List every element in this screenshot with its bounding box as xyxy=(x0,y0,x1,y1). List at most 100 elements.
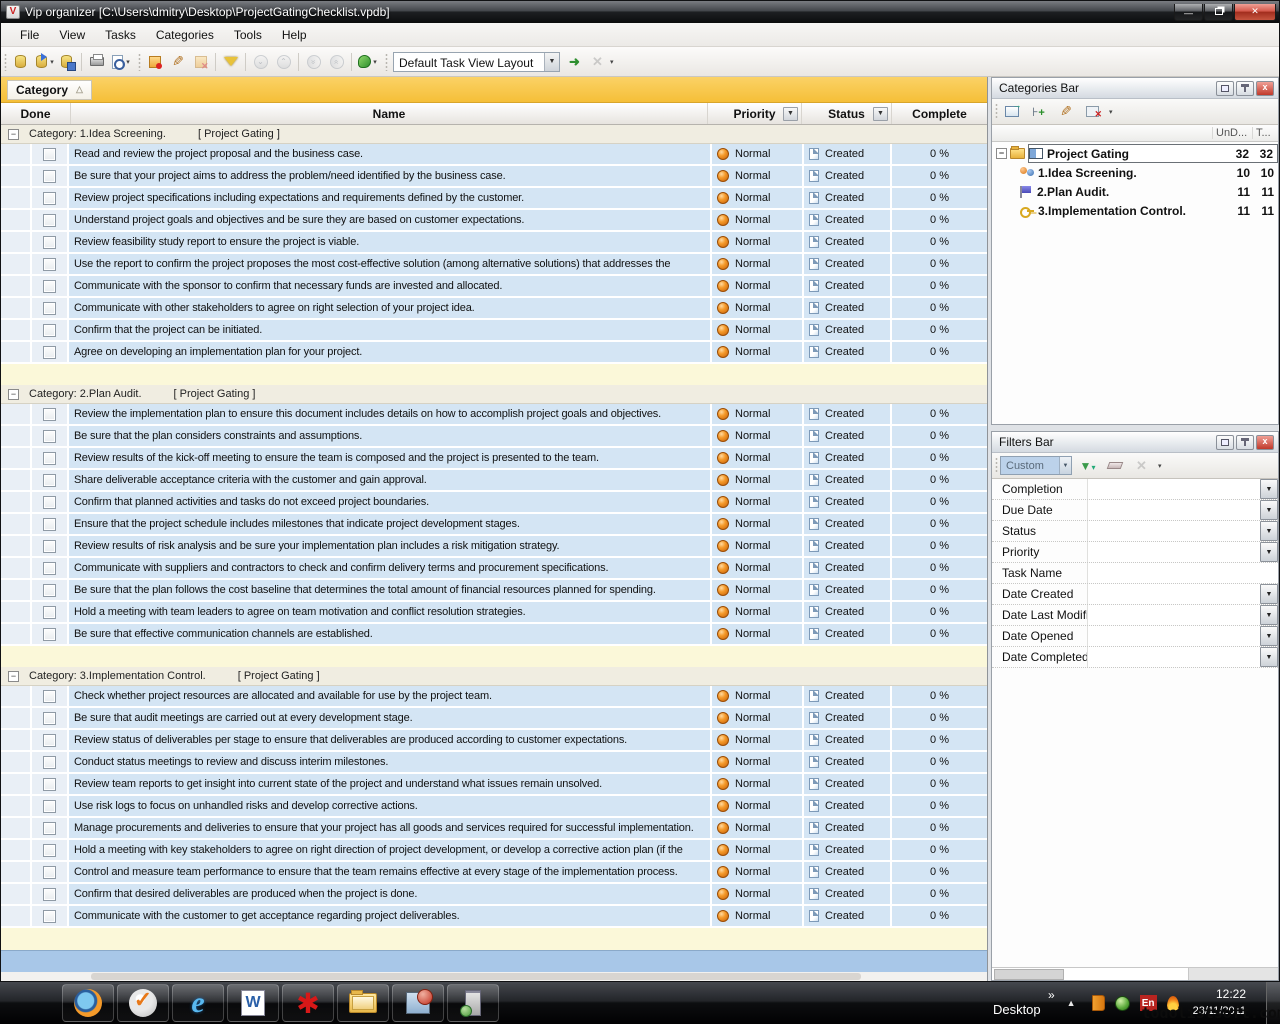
task-row[interactable]: Hold a meeting with team leaders to agre… xyxy=(1,602,987,624)
task-name[interactable]: Agree on developing an implementation pl… xyxy=(69,342,712,362)
done-checkbox[interactable] xyxy=(43,474,56,487)
task-name[interactable]: Communicate with suppliers and contracto… xyxy=(69,558,712,578)
priority-cell[interactable]: Normal xyxy=(712,448,804,468)
filter-dropdown-button[interactable]: ▼ xyxy=(1260,605,1278,625)
priority-cell[interactable]: Normal xyxy=(712,818,804,838)
move-up-button[interactable]: ⌃ xyxy=(272,51,295,73)
group-header-3[interactable]: −Category: 3.Implementation Control.[ Pr… xyxy=(1,667,987,686)
edit-task-button[interactable]: ✎ xyxy=(166,51,189,73)
task-row[interactable]: Communicate with the customer to get acc… xyxy=(1,906,987,928)
status-cell[interactable]: Created xyxy=(804,624,892,644)
filter-value-field[interactable] xyxy=(1088,626,1260,646)
filter-value-field[interactable] xyxy=(1088,563,1278,583)
task-name[interactable]: Ensure that the project schedule include… xyxy=(69,514,712,534)
taskbar-vip-organizer-button[interactable] xyxy=(117,984,169,1022)
tray-expand-arrow-icon[interactable]: ▲ xyxy=(1067,998,1076,1008)
priority-cell[interactable]: Normal xyxy=(712,602,804,622)
filter-button[interactable] xyxy=(219,51,242,73)
done-checkbox[interactable] xyxy=(43,540,56,553)
status-cell[interactable]: Created xyxy=(804,686,892,706)
task-name[interactable]: Review results of the kick-off meeting t… xyxy=(69,448,712,468)
task-row[interactable]: Be sure that effective communication cha… xyxy=(1,624,987,646)
filter-value-field[interactable] xyxy=(1088,500,1260,520)
task-row[interactable]: Review the implementation plan to ensure… xyxy=(1,404,987,426)
overflow-chevron-icon[interactable]: » xyxy=(1048,988,1055,1002)
priority-cell[interactable]: Normal xyxy=(712,580,804,600)
toolbar-overflow-icon[interactable]: ▾ xyxy=(1109,108,1113,116)
new-subcategory-button[interactable]: ⊦ xyxy=(1027,101,1050,123)
tray-book-icon[interactable] xyxy=(1092,995,1105,1011)
done-checkbox[interactable] xyxy=(43,800,56,813)
done-checkbox[interactable] xyxy=(43,236,56,249)
panel-restore-button[interactable] xyxy=(1216,435,1234,450)
toolbar-overflow-icon[interactable]: ▾ xyxy=(610,58,614,66)
priority-cell[interactable]: Normal xyxy=(712,232,804,252)
column-header-done[interactable]: Done xyxy=(1,103,71,124)
chevron-down-icon[interactable]: ▼ xyxy=(1059,457,1071,474)
done-checkbox[interactable] xyxy=(43,690,56,703)
task-name[interactable]: Review status of deliverables per stage … xyxy=(69,730,712,750)
filter-dropdown-button[interactable]: ▼ xyxy=(1260,584,1278,604)
task-row[interactable]: Be sure that the plan considers constrai… xyxy=(1,426,987,448)
task-row[interactable]: Review status of deliverables per stage … xyxy=(1,730,987,752)
panel-pin-button[interactable] xyxy=(1236,435,1254,450)
taskbar-scheduler-button[interactable] xyxy=(392,984,444,1022)
task-name[interactable]: Review the implementation plan to ensure… xyxy=(69,404,712,424)
status-cell[interactable]: Created xyxy=(804,188,892,208)
done-checkbox[interactable] xyxy=(43,888,56,901)
priority-cell[interactable]: Normal xyxy=(712,166,804,186)
task-row[interactable]: Use the report to confirm the project pr… xyxy=(1,254,987,276)
task-row[interactable]: Manage procurements and deliveries to en… xyxy=(1,818,987,840)
done-checkbox[interactable] xyxy=(43,910,56,923)
priority-cell[interactable]: Normal xyxy=(712,298,804,318)
status-cell[interactable]: Created xyxy=(804,536,892,556)
done-checkbox[interactable] xyxy=(43,346,56,359)
task-row[interactable]: Confirm that planned activities and task… xyxy=(1,492,987,514)
task-row[interactable]: Be sure that audit meetings are carried … xyxy=(1,708,987,730)
menu-tasks[interactable]: Tasks xyxy=(96,25,145,45)
task-name[interactable]: Review team reports to get insight into … xyxy=(69,774,712,794)
task-row[interactable]: Communicate with the sponsor to confirm … xyxy=(1,276,987,298)
task-name[interactable]: Confirm that the project can be initiate… xyxy=(69,320,712,340)
done-checkbox[interactable] xyxy=(43,866,56,879)
status-cell[interactable]: Created xyxy=(804,514,892,534)
column-header-complete[interactable]: Complete xyxy=(892,103,987,124)
status-cell[interactable]: Created xyxy=(804,276,892,296)
priority-cell[interactable]: Normal xyxy=(712,320,804,340)
task-name[interactable]: Hold a meeting with team leaders to agre… xyxy=(69,602,712,622)
done-checkbox[interactable] xyxy=(43,192,56,205)
task-name[interactable]: Communicate with other stakeholders to a… xyxy=(69,298,712,318)
menu-file[interactable]: File xyxy=(11,25,48,45)
menu-categories[interactable]: Categories xyxy=(147,25,223,45)
group-by-category-button[interactable]: Category △ xyxy=(7,80,92,100)
apply-layout-button[interactable]: ➜ xyxy=(563,51,586,73)
done-checkbox[interactable] xyxy=(43,734,56,747)
task-name[interactable]: Be sure that effective communication cha… xyxy=(69,624,712,644)
priority-cell[interactable]: Normal xyxy=(712,470,804,490)
panel-close-button[interactable] xyxy=(1256,81,1274,96)
task-name[interactable]: Communicate with the sponsor to confirm … xyxy=(69,276,712,296)
task-name[interactable]: Share deliverable acceptance criteria wi… xyxy=(69,470,712,490)
task-row[interactable]: Be sure that your project aims to addres… xyxy=(1,166,987,188)
task-name[interactable]: Check whether project resources are allo… xyxy=(69,686,712,706)
done-checkbox[interactable] xyxy=(43,562,56,575)
status-cell[interactable]: Created xyxy=(804,708,892,728)
filter-dropdown-button[interactable]: ▼ xyxy=(1260,647,1278,667)
task-row[interactable]: Hold a meeting with key stakeholders to … xyxy=(1,840,987,862)
priority-cell[interactable]: Normal xyxy=(712,404,804,424)
filter-value-field[interactable] xyxy=(1088,647,1260,667)
task-row[interactable]: Check whether project resources are allo… xyxy=(1,686,987,708)
done-checkbox[interactable] xyxy=(43,408,56,421)
status-cell[interactable]: Created xyxy=(804,752,892,772)
done-checkbox[interactable] xyxy=(43,606,56,619)
task-row[interactable]: Use risk logs to focus on unhandled risk… xyxy=(1,796,987,818)
close-button[interactable]: ✕ xyxy=(1234,4,1276,21)
status-cell[interactable]: Created xyxy=(804,470,892,490)
save-database-button[interactable] xyxy=(55,51,78,73)
filter-dropdown-button[interactable]: ▼ xyxy=(1260,521,1278,541)
task-name[interactable]: Understand project goals and objectives … xyxy=(69,210,712,230)
task-name[interactable]: Confirm that desired deliverables are pr… xyxy=(69,884,712,904)
done-checkbox[interactable] xyxy=(43,280,56,293)
task-row[interactable]: Control and measure team performance to … xyxy=(1,862,987,884)
task-name[interactable]: Be sure that your project aims to addres… xyxy=(69,166,712,186)
